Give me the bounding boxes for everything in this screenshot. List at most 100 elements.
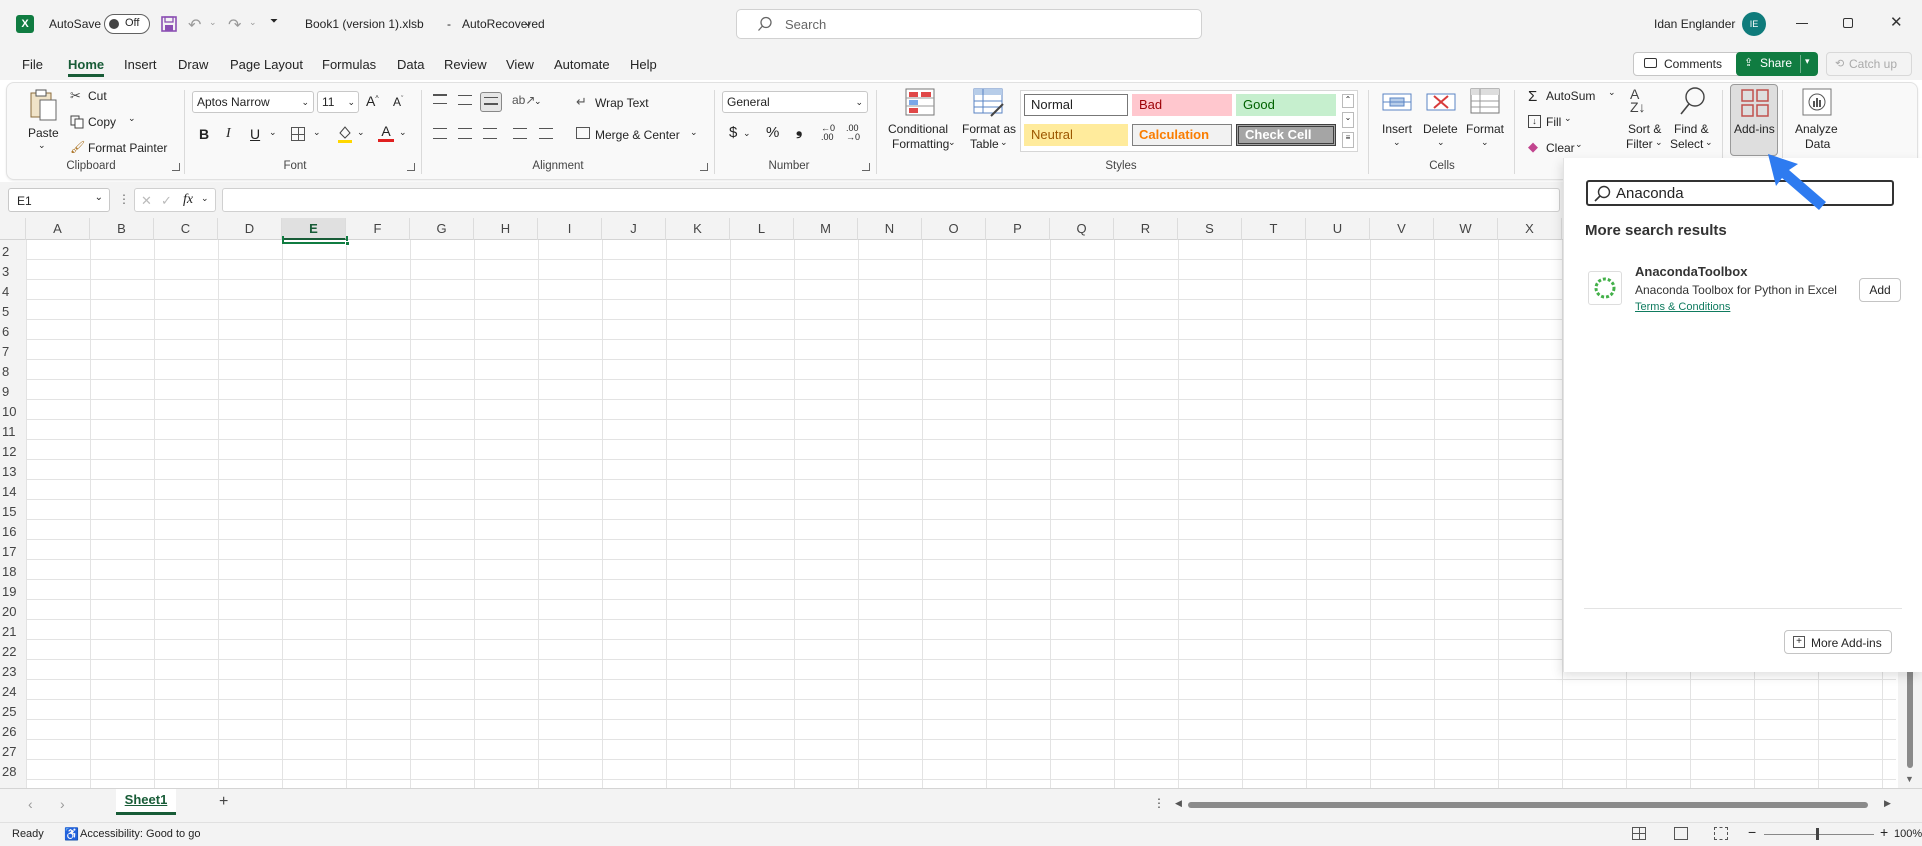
scroll-left-icon[interactable]: ◀ (1175, 798, 1182, 809)
row-header[interactable]: 6 (0, 324, 25, 339)
zoom-level[interactable]: 100% (1894, 828, 1922, 840)
minimize-icon[interactable] (1796, 23, 1808, 24)
style-good[interactable]: Good (1236, 94, 1336, 116)
user-avatar[interactable]: IE (1742, 12, 1766, 36)
scroll-thumb-vertical[interactable] (1907, 668, 1913, 768)
borders-icon[interactable] (291, 127, 305, 141)
font-color-icon[interactable]: A (378, 123, 394, 142)
align-center-icon[interactable] (458, 128, 472, 139)
terms-link[interactable]: Terms & Conditions (1635, 301, 1730, 313)
row-header[interactable]: 22 (0, 644, 25, 659)
wrap-text-button[interactable]: Wrap Text (595, 96, 649, 110)
bold-icon[interactable]: B (199, 126, 209, 142)
insert-function-chevron-icon[interactable]: ⌄ (201, 193, 209, 204)
column-header[interactable]: L (730, 218, 794, 240)
scroll-right-icon[interactable]: ▶ (1884, 798, 1891, 809)
style-check-cell[interactable]: Check Cell (1236, 124, 1336, 146)
catch-up-button[interactable]: ⟲ Catch up (1826, 52, 1912, 76)
align-middle-icon[interactable] (458, 95, 472, 105)
formula-bar-options-icon[interactable]: ⋮ (118, 192, 130, 206)
conditional-formatting-button[interactable]: Conditional (888, 122, 948, 136)
column-header[interactable]: H (474, 218, 538, 240)
copy-dropdown-icon[interactable]: ⌄ (128, 113, 136, 124)
row-header[interactable]: 3 (0, 264, 25, 279)
formula-input[interactable] (222, 188, 1560, 212)
column-header[interactable]: W (1434, 218, 1498, 240)
copy-button[interactable]: Copy (88, 115, 116, 129)
row-header[interactable]: 8 (0, 364, 25, 379)
horizontal-scrollbar[interactable] (1188, 802, 1868, 808)
add-addin-button[interactable]: Add (1859, 278, 1901, 302)
column-header[interactable]: O (922, 218, 986, 240)
format-cells-button[interactable]: Format (1466, 122, 1504, 136)
insert-cells-button[interactable]: Insert (1382, 122, 1412, 136)
underline-dropdown-icon[interactable]: ⌄ (269, 127, 277, 138)
tab-view[interactable]: View (506, 55, 534, 77)
tab-home[interactable]: Home (68, 55, 105, 77)
fill-handle[interactable] (345, 241, 350, 246)
row-header[interactable]: 2 (0, 244, 25, 259)
format-as-table-button[interactable]: Format as (962, 122, 1016, 136)
redo-icon[interactable]: ↷ (228, 15, 241, 35)
fill-color-icon[interactable] (337, 124, 353, 144)
restore-icon[interactable] (1843, 18, 1853, 28)
page-break-view-icon[interactable] (1714, 827, 1728, 840)
fill-color-dropdown-icon[interactable]: ⌄ (357, 127, 365, 138)
styles-scroll-up-icon[interactable]: ⌃ (1342, 94, 1354, 108)
tab-draw[interactable]: Draw (178, 55, 208, 77)
format-painter-button[interactable]: Format Painter (88, 141, 167, 155)
row-header[interactable]: 9 (0, 384, 25, 399)
search-box[interactable]: Search (736, 9, 1202, 39)
alignment-launcher-icon[interactable] (700, 163, 708, 171)
column-header[interactable]: N (858, 218, 922, 240)
zoom-slider[interactable] (1764, 828, 1874, 840)
tab-insert[interactable]: Insert (124, 55, 157, 77)
addin-title[interactable]: AnacondaToolbox (1635, 264, 1747, 279)
styles-more-icon[interactable]: ≡ (1342, 132, 1354, 148)
align-bottom-icon[interactable] (480, 92, 502, 112)
page-layout-view-icon[interactable] (1674, 827, 1688, 840)
increase-indent-icon[interactable] (539, 128, 553, 139)
row-header[interactable]: 13 (0, 464, 25, 479)
row-header[interactable]: 14 (0, 484, 25, 499)
autosum-button[interactable]: AutoSum (1546, 89, 1595, 103)
number-format-select[interactable]: General ⌄ (722, 91, 868, 113)
sort-filter-button[interactable]: Sort & (1628, 122, 1661, 136)
cancel-entry-icon[interactable]: ✕ (141, 193, 152, 209)
save-icon[interactable] (160, 15, 178, 33)
style-neutral[interactable]: Neutral (1024, 124, 1128, 146)
sheet-tab-active[interactable]: Sheet1 (116, 789, 176, 815)
row-header[interactable]: 5 (0, 304, 25, 319)
accessibility-status[interactable]: Accessibility: Good to go (80, 828, 200, 840)
align-top-icon[interactable] (433, 94, 447, 104)
title-chevron-icon[interactable]: ⌄ (523, 15, 533, 29)
decrease-decimal-icon[interactable]: .00 →0 (846, 124, 860, 142)
row-header[interactable]: 21 (0, 624, 25, 639)
autosave-toggle[interactable]: Off (104, 14, 150, 34)
zoom-in-icon[interactable]: + (1880, 824, 1888, 840)
column-header[interactable]: K (666, 218, 730, 240)
styles-scroll-down-icon[interactable]: ⌄ (1342, 112, 1354, 128)
sheet-prev-icon[interactable]: ‹ (28, 796, 33, 812)
increase-decimal-icon[interactable]: ←0.00 (821, 124, 835, 142)
style-normal[interactable]: Normal (1024, 94, 1128, 116)
select-all-corner[interactable] (0, 218, 26, 240)
redo-dropdown-icon[interactable]: ⌄ (249, 17, 257, 28)
align-right-icon[interactable] (483, 128, 497, 139)
column-header[interactable]: B (90, 218, 154, 240)
addin-search-box[interactable]: Anaconda (1586, 180, 1894, 206)
more-add-ins-button[interactable]: + More Add-ins (1784, 630, 1892, 654)
row-header[interactable]: 18 (0, 564, 25, 579)
column-header[interactable]: C (154, 218, 218, 240)
font-color-dropdown-icon[interactable]: ⌄ (399, 127, 407, 138)
merge-center-button[interactable]: Merge & Center (595, 128, 680, 142)
number-launcher-icon[interactable] (862, 163, 870, 171)
row-header[interactable]: 11 (0, 424, 25, 439)
row-header[interactable]: 25 (0, 704, 25, 719)
borders-dropdown-icon[interactable]: ⌄ (313, 127, 321, 138)
clipboard-launcher-icon[interactable] (172, 163, 180, 171)
currency-icon[interactable]: $ (729, 124, 737, 141)
sheet-next-icon[interactable]: › (60, 796, 65, 812)
column-header[interactable]: I (538, 218, 602, 240)
add-ins-button[interactable]: Add-ins (1730, 84, 1778, 156)
